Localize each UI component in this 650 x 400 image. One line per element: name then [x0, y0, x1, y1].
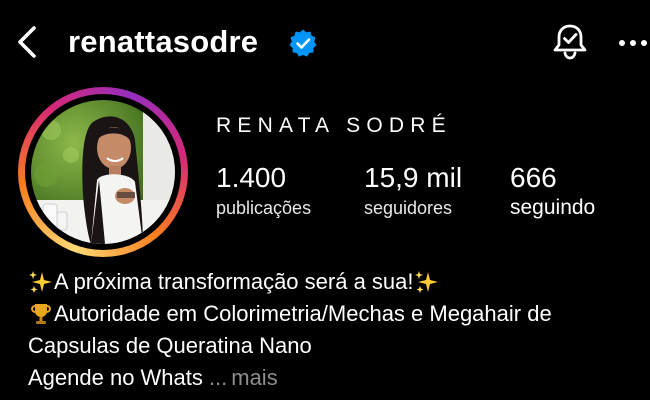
profile-display-name: RENATA SODRÉ — [216, 114, 452, 137]
bio-line-4: Agende no Whats ... mais — [28, 362, 648, 394]
profile-bio: A próxima transformação será a sua! Auto… — [28, 266, 648, 394]
bio-line-4-text: Agende no Whats — [28, 365, 203, 390]
sparkles-icon — [414, 271, 438, 293]
bio-line-2: Autoridade em Colorimetria/Mechas e Mega… — [28, 298, 648, 330]
bio-line-1-text: A próxima transformação será a sua! — [54, 269, 414, 294]
bio-line-2-text: Autoridade em Colorimetria/Mechas e Mega… — [54, 301, 552, 326]
bio-line-3: Capsulas de Queratina Nano — [28, 330, 648, 362]
profile-username: renattasodre — [68, 24, 259, 59]
avatar-photo — [31, 100, 175, 244]
sparkles-icon — [29, 271, 52, 293]
back-arrow-icon[interactable] — [12, 24, 44, 60]
bio-more-link[interactable]: mais — [231, 362, 277, 394]
bio-ellipsis: ... — [208, 365, 228, 390]
followers-count-value: 15,9 mil — [364, 162, 463, 193]
followers-count-label: seguidores — [364, 198, 453, 218]
more-options-icon[interactable] — [614, 28, 650, 58]
verified-badge-icon — [288, 28, 318, 58]
posts-count[interactable]: 1.400 publicações — [216, 160, 311, 220]
notification-bell-icon[interactable] — [550, 22, 590, 62]
bio-line-1: A próxima transformação será a sua! — [28, 266, 648, 298]
following-count-label: seguindo — [510, 196, 596, 219]
posts-count-label: publicações — [216, 198, 312, 218]
bio-line-3-text: Capsulas de Queratina Nano — [28, 333, 312, 358]
trophy-icon — [31, 304, 51, 324]
profile-header: renattasodre — [0, 0, 650, 84]
following-count-value: 666 — [510, 162, 557, 193]
followers-count[interactable]: 15,9 mil seguidores — [364, 160, 462, 220]
posts-count-value: 1.400 — [216, 162, 287, 193]
following-count[interactable]: 666 seguindo — [510, 160, 595, 222]
profile-avatar-story-ring[interactable] — [18, 87, 188, 257]
